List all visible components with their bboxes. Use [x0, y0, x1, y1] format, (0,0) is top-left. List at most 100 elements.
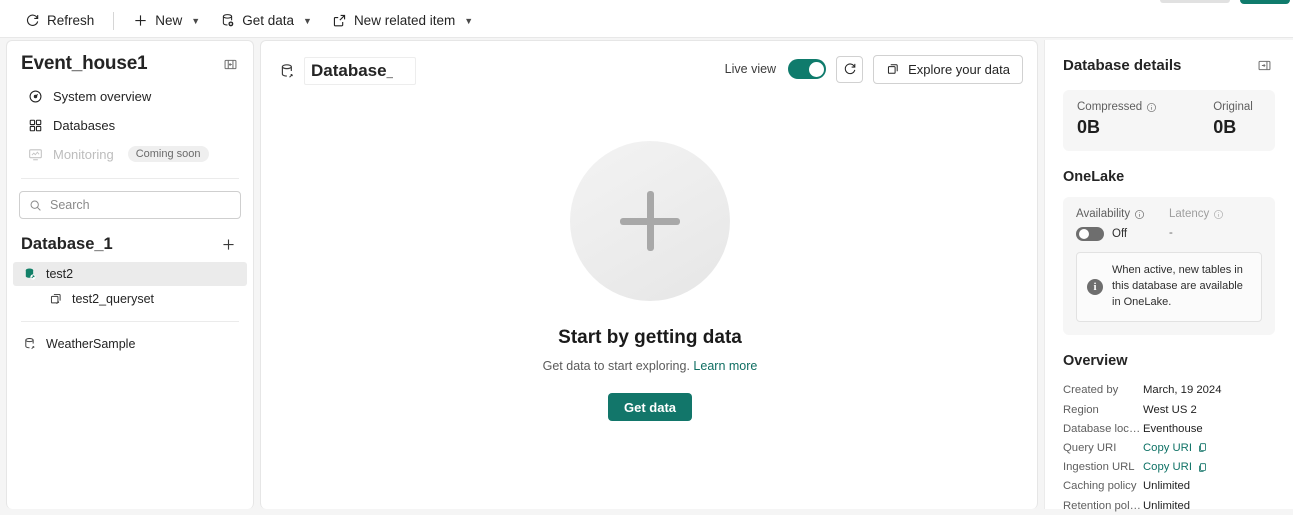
- sidebar-item-databases[interactable]: Databases: [17, 111, 243, 139]
- tree-item-weathersample[interactable]: WeatherSample: [13, 332, 247, 356]
- row-key: Region: [1063, 403, 1099, 416]
- latency-label-row: Latency: [1169, 208, 1262, 220]
- live-view-toggle[interactable]: [788, 59, 827, 79]
- row-value: Eventhouse: [1143, 422, 1203, 435]
- refresh-label: Refresh: [47, 13, 95, 28]
- tree-divider: [21, 321, 239, 322]
- search-icon: [29, 199, 42, 212]
- availability-control: Off: [1076, 227, 1169, 241]
- latency-value: -: [1169, 227, 1173, 239]
- row-value: Unlimited: [1143, 499, 1191, 512]
- availability-toggle[interactable]: [1076, 227, 1104, 241]
- overview-title: Overview: [1063, 352, 1128, 369]
- row-key: Database locati…: [1063, 422, 1143, 435]
- info-icon[interactable]: [1134, 209, 1145, 220]
- info-icon[interactable]: [1146, 102, 1157, 113]
- coming-soon-badge: Coming soon: [127, 146, 209, 162]
- new-related-item-label: New related item: [353, 13, 456, 28]
- table-row: Query URI Copy URI: [1063, 438, 1275, 457]
- plus-circle-icon[interactable]: [570, 141, 730, 301]
- tree-item-test2-queryset[interactable]: test2_queryset: [13, 287, 247, 311]
- database-arrow-icon: [279, 63, 296, 80]
- details-title: Database details: [1063, 56, 1182, 74]
- refresh-button[interactable]: [836, 55, 864, 83]
- command-bar-divider: [113, 11, 115, 30]
- background-tab-inactive[interactable]: [1160, 0, 1230, 3]
- database-icon: [23, 337, 37, 351]
- row-value: Unlimited: [1143, 480, 1191, 493]
- empty-state: Start by getting data Get data to start …: [261, 97, 1039, 510]
- tree-item-label: test2_queryset: [72, 292, 154, 306]
- refresh-icon: [25, 13, 40, 28]
- empty-state-subtitle: Get data to start exploring. Learn more: [543, 359, 758, 373]
- eventhouse-title: Event_house1: [21, 53, 148, 74]
- get-data-button[interactable]: Get data ▼: [211, 7, 321, 35]
- row-value-link[interactable]: Copy URI: [1143, 442, 1208, 454]
- info-icon: i: [1087, 278, 1103, 295]
- size-card: Compressed 0B Original 0B: [1063, 90, 1275, 151]
- database-section-header: Database_1: [7, 219, 253, 261]
- panel-collapse-icon[interactable]: [219, 53, 241, 75]
- row-value-link[interactable]: Copy URI: [1143, 461, 1208, 473]
- info-icon[interactable]: [1213, 209, 1224, 220]
- queryset-icon: [49, 292, 63, 306]
- new-related-item-button[interactable]: New related item ▼: [323, 7, 482, 35]
- new-button[interactable]: New ▼: [124, 7, 209, 35]
- onelake-card: Availability Off Latency - i When active…: [1063, 197, 1275, 335]
- search-box[interactable]: [19, 191, 241, 219]
- row-key: Ingestion URL: [1063, 461, 1135, 474]
- copy-stack-icon: [886, 62, 900, 76]
- get-data-label: Get data: [242, 13, 295, 28]
- row-key: Retention policy: [1063, 499, 1143, 512]
- refresh-button[interactable]: Refresh: [16, 7, 103, 35]
- compressed-label: Compressed: [1077, 101, 1143, 113]
- database-arrow-icon: [220, 13, 235, 28]
- gauge-icon: [28, 89, 43, 104]
- tree-item-label: WeatherSample: [46, 337, 136, 351]
- chevron-down-icon: ▼: [191, 15, 201, 26]
- tree-item-label: test2: [46, 267, 74, 281]
- main-panel: Live view Exp: [260, 40, 1038, 509]
- search-wrapper: [19, 191, 241, 219]
- panel-expand-icon[interactable]: [1253, 54, 1275, 76]
- onelake-info-box: i When active, new tables in this databa…: [1076, 252, 1262, 322]
- tree-item-test2[interactable]: test2: [13, 262, 247, 286]
- plus-glyph: [620, 191, 680, 251]
- row-value: West US 2: [1143, 403, 1197, 416]
- copy-icon[interactable]: [1197, 442, 1208, 453]
- get-data-primary-button[interactable]: Get data: [607, 393, 692, 421]
- row-key: Query URI: [1063, 441, 1117, 454]
- latency-label: Latency: [1169, 208, 1210, 220]
- monitor-icon: [28, 147, 43, 162]
- sidebar-item-system-overview[interactable]: System overview: [17, 82, 243, 110]
- sidebar: Event_house1 System overview Databases M…: [6, 40, 254, 509]
- row-key: Caching policy: [1063, 480, 1137, 493]
- app-root: Refresh New ▼ Get data ▼ New related ite…: [0, 0, 1293, 515]
- table-row: Database locati… Eventhouse: [1063, 419, 1275, 438]
- chevron-down-icon: ▼: [303, 15, 312, 26]
- database-name-input[interactable]: [304, 57, 416, 85]
- explore-your-data-button[interactable]: Explore your data: [873, 54, 1023, 84]
- row-key: Created by: [1063, 384, 1119, 397]
- table-row: Created by March, 19 2024: [1063, 381, 1275, 400]
- table-row: Retention policy Unlimited: [1063, 496, 1275, 515]
- row-value: March, 19 2024: [1143, 384, 1222, 397]
- chevron-down-icon: ▼: [464, 15, 474, 26]
- database-title-group: [279, 57, 416, 85]
- sidebar-item-label: System overview: [53, 88, 152, 104]
- availability-label: Availability: [1076, 208, 1131, 220]
- copy-uri-label: Copy URI: [1143, 461, 1192, 474]
- empty-state-title: Start by getting data: [558, 327, 742, 348]
- add-database-button[interactable]: [217, 233, 239, 255]
- toggle-knob: [1078, 229, 1089, 239]
- copy-icon[interactable]: [1197, 462, 1208, 473]
- toggle-knob: [808, 61, 824, 77]
- original-value: 0B: [1213, 117, 1237, 137]
- sidebar-divider: [21, 178, 239, 179]
- empty-state-subtitle-text: Get data to start exploring.: [542, 359, 690, 373]
- learn-more-link[interactable]: Learn more: [693, 359, 757, 373]
- search-input[interactable]: [50, 198, 231, 212]
- grid-icon: [28, 118, 43, 133]
- sidebar-item-label: Monitoring: [53, 146, 114, 162]
- onelake-title: OneLake: [1063, 169, 1125, 185]
